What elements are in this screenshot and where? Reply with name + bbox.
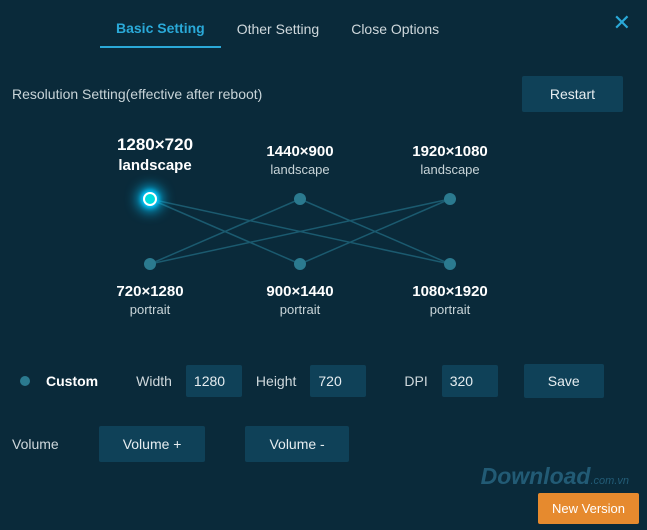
resolution-size: 1440×900 <box>250 142 350 162</box>
height-label: Height <box>256 373 296 389</box>
resolution-size: 900×1440 <box>250 282 350 302</box>
resolution-orient: portrait <box>430 302 470 317</box>
tab-other-setting[interactable]: Other Setting <box>221 13 336 47</box>
width-label: Width <box>136 373 172 389</box>
resolution-option-720x1280-portrait[interactable]: 720×1280 portrait <box>100 282 200 318</box>
resolution-size: 720×1280 <box>100 282 200 302</box>
resolution-node[interactable] <box>444 193 456 205</box>
resolution-orient: landscape <box>420 162 479 177</box>
tab-close-options[interactable]: Close Options <box>335 13 455 47</box>
volume-up-button[interactable]: Volume + <box>99 426 206 462</box>
resolution-node[interactable] <box>294 193 306 205</box>
resolution-size: 1920×1080 <box>400 142 500 162</box>
tab-basic-setting[interactable]: Basic Setting <box>100 12 221 48</box>
resolution-node-selected[interactable] <box>143 192 157 206</box>
new-version-button[interactable]: New Version <box>538 493 639 524</box>
dpi-label: DPI <box>404 373 427 389</box>
dpi-input[interactable] <box>442 365 498 397</box>
resolution-orient: landscape <box>118 157 191 174</box>
volume-label: Volume <box>12 436 59 452</box>
save-button[interactable]: Save <box>524 364 604 398</box>
resolution-orient: portrait <box>280 302 320 317</box>
resolution-option-900x1440-portrait[interactable]: 900×1440 portrait <box>250 282 350 318</box>
resolution-size: 1080×1920 <box>400 282 500 302</box>
resolution-node[interactable] <box>294 258 306 270</box>
resolution-title: Resolution Setting(effective after reboo… <box>12 86 262 102</box>
tabs-bar: Basic Setting Other Setting Close Option… <box>0 0 647 48</box>
custom-resolution-row: Custom Width Height DPI Save <box>0 334 647 412</box>
width-input[interactable] <box>186 365 242 397</box>
resolution-option-1920x1080-landscape[interactable]: 1920×1080 landscape <box>400 142 500 178</box>
resolution-option-1440x900-landscape[interactable]: 1440×900 landscape <box>250 142 350 178</box>
watermark-sub: .com.vn <box>590 475 629 487</box>
resolution-node[interactable] <box>144 258 156 270</box>
custom-radio-dot[interactable] <box>20 376 30 386</box>
resolution-size: 1280×720 <box>117 135 193 154</box>
resolution-option-1080x1920-portrait[interactable]: 1080×1920 portrait <box>400 282 500 318</box>
resolution-header: Resolution Setting(effective after reboo… <box>0 48 647 124</box>
resolution-option-1280x720-landscape[interactable]: 1280×720 landscape <box>100 134 210 176</box>
resolution-orient: landscape <box>270 162 329 177</box>
height-input[interactable] <box>310 365 366 397</box>
custom-label: Custom <box>46 373 98 389</box>
resolution-orient: portrait <box>130 302 170 317</box>
volume-row: Volume Volume + Volume - <box>0 412 647 476</box>
volume-down-button[interactable]: Volume - <box>245 426 348 462</box>
restart-button[interactable]: Restart <box>522 76 623 112</box>
resolution-selector: 1280×720 landscape 1440×900 landscape 19… <box>0 134 647 334</box>
close-icon[interactable]: ✕ <box>613 10 631 36</box>
resolution-node[interactable] <box>444 258 456 270</box>
